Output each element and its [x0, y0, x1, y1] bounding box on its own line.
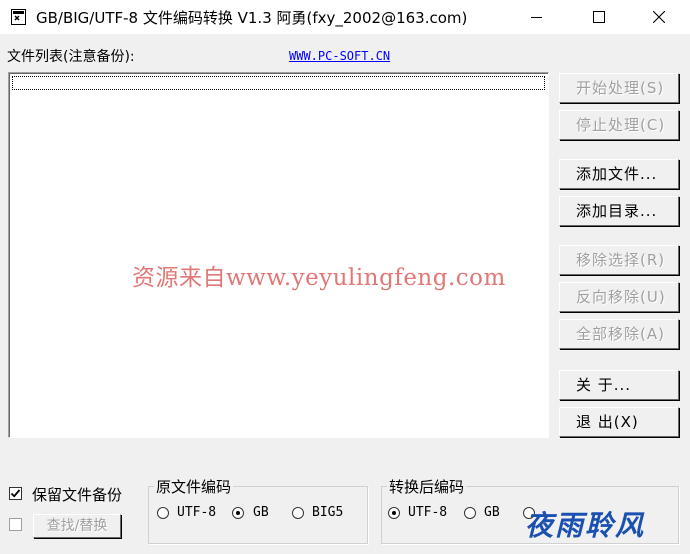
source-encoding-title: 原文件编码: [154, 476, 234, 497]
exit-button[interactable]: 退 出(X): [559, 407, 679, 437]
file-list[interactable]: [8, 72, 549, 438]
window-title: GB/BIG/UTF-8 文件编码转换 V1.3 阿勇(fxy_2002@163…: [36, 9, 468, 27]
find-replace-button[interactable]: 查找/替换: [33, 514, 121, 538]
target-label-gb: GB: [484, 505, 500, 520]
reverse-remove-button[interactable]: 反向移除(U): [559, 282, 679, 312]
close-button[interactable]: [636, 0, 682, 34]
add-file-button[interactable]: 添加文件...: [559, 159, 679, 189]
target-radio-utf8[interactable]: [388, 507, 400, 519]
source-radio-gb[interactable]: [232, 507, 244, 519]
source-radio-utf8[interactable]: [157, 507, 169, 519]
title-bar: GB/BIG/UTF-8 文件编码转换 V1.3 阿勇(fxy_2002@163…: [0, 0, 690, 34]
maximize-icon: [593, 11, 605, 23]
find-replace-checkbox[interactable]: [9, 518, 22, 531]
minimize-button[interactable]: [514, 0, 560, 34]
remove-all-button[interactable]: 全部移除(A): [559, 319, 679, 349]
stop-button[interactable]: 停止处理(C): [559, 110, 679, 140]
source-label-utf8: UTF-8: [177, 505, 217, 520]
keep-backup-label: 保留文件备份: [32, 486, 123, 504]
source-radio-big5[interactable]: [292, 507, 304, 519]
file-list-label: 文件列表(注意备份):: [7, 49, 135, 65]
start-button[interactable]: 开始处理(S): [559, 73, 679, 103]
source-label-big5: BIG5: [312, 505, 344, 520]
app-icon[interactable]: [11, 9, 26, 25]
add-directory-button[interactable]: 添加目录...: [559, 196, 679, 226]
keep-backup-checkbox[interactable]: [9, 487, 22, 500]
target-radio-gb[interactable]: [464, 507, 476, 519]
website-link[interactable]: WWW.PC-SOFT.CN: [289, 49, 390, 63]
close-icon: [653, 11, 665, 23]
target-label-utf8: UTF-8: [408, 505, 448, 520]
source-encoding-group: 原文件编码 UTF-8 GB BIG5: [148, 476, 368, 544]
focus-row: [12, 76, 545, 90]
checkmark-icon: [10, 489, 21, 498]
watermark-text: 资源来自www.yeyulingfeng.com: [132, 265, 506, 291]
about-button[interactable]: 关 于...: [559, 370, 679, 400]
target-encoding-title: 转换后编码: [387, 476, 467, 497]
corner-logo: 夜雨聆风: [525, 509, 646, 542]
source-label-gb: GB: [253, 505, 269, 520]
minimize-icon: [531, 17, 542, 18]
remove-selected-button[interactable]: 移除选择(R): [559, 245, 679, 275]
maximize-button[interactable]: [576, 0, 622, 34]
